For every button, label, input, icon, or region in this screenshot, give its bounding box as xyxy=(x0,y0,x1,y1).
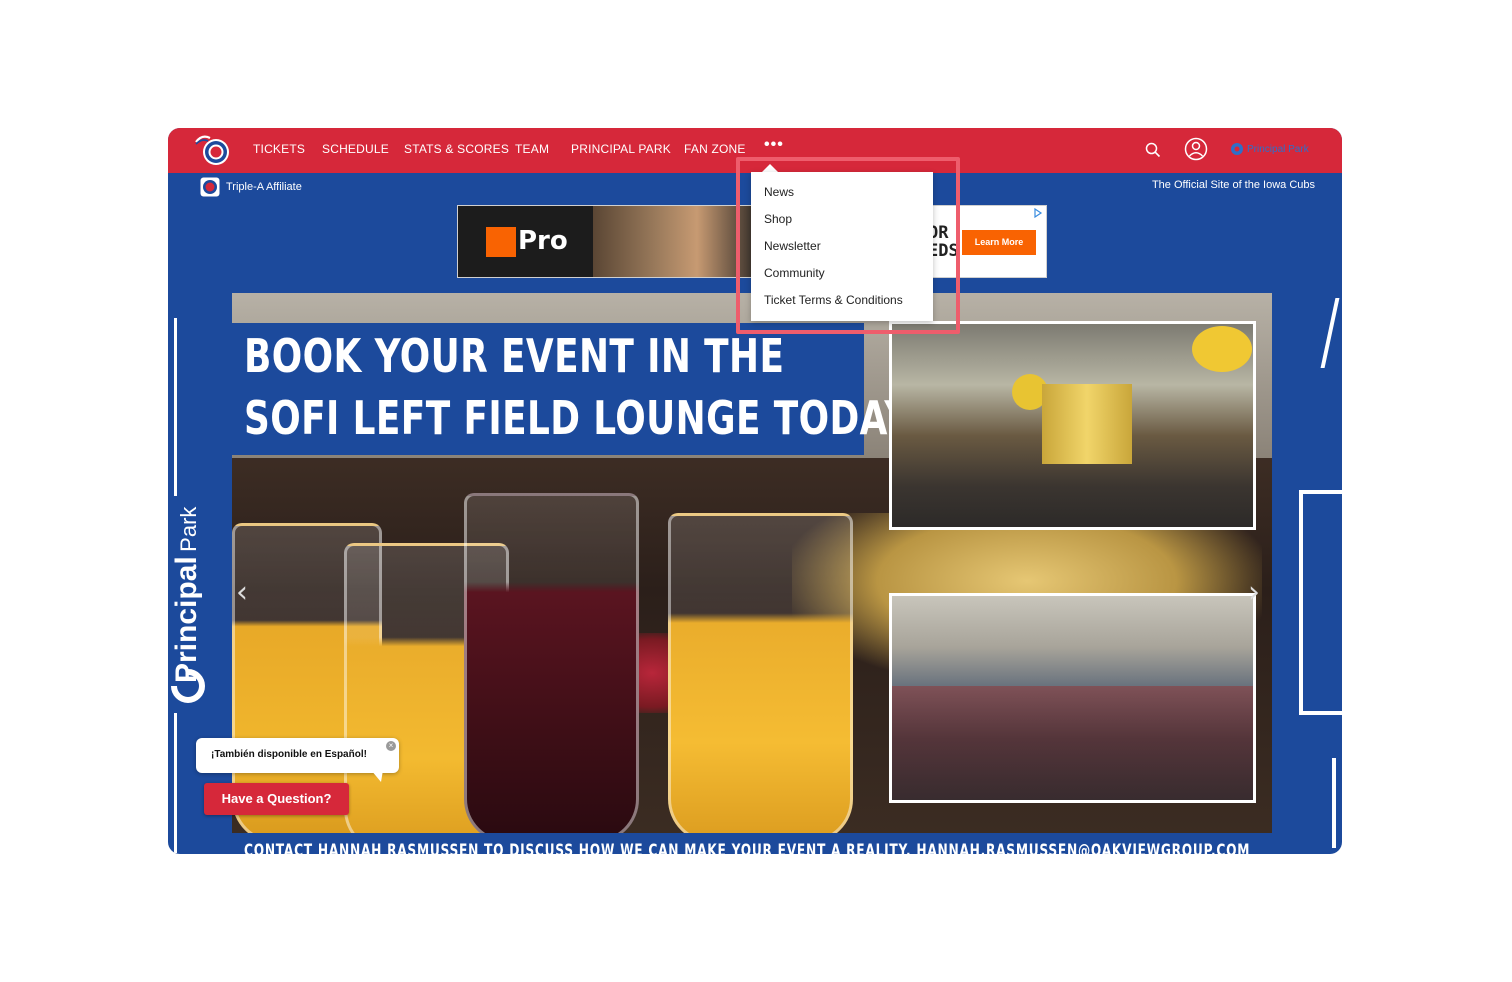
balloon-decor xyxy=(1192,326,1252,372)
chicago-cubs-icon xyxy=(200,177,220,197)
home-depot-logo-icon xyxy=(486,227,516,257)
side-brand-park: Park xyxy=(176,506,201,552)
side-decor-line xyxy=(1299,711,1342,715)
side-decor-line xyxy=(1299,490,1303,715)
crowd-shading xyxy=(892,686,1253,800)
hero-caption: CONTACT HANNAH RASMUSSEN TO DISCUSS HOW … xyxy=(244,841,1251,854)
nav-fan-zone[interactable]: FAN ZONE xyxy=(684,142,746,156)
top-navigation: TICKETS SCHEDULE STATS & SCORES TEAM PRI… xyxy=(168,128,1342,173)
side-decor-line xyxy=(174,713,177,853)
dropdown-caret xyxy=(762,164,778,172)
carousel-prev-arrow[interactable]: ‹ xyxy=(236,575,248,610)
side-decor-line xyxy=(1299,490,1342,494)
side-brand-principal: Principal xyxy=(170,556,203,683)
principal-park-logo-text: Principal Park xyxy=(1247,143,1309,155)
carafe-cranberry-juice xyxy=(464,493,639,833)
nav-schedule[interactable]: SCHEDULE xyxy=(322,142,389,156)
principal-park-side-brand: Principal Park xyxy=(170,507,204,683)
bubble-tail xyxy=(371,770,383,782)
headline-line-2: SOFI LEFT FIELD LOUNGE TODAY xyxy=(244,391,911,445)
more-dropdown-menu: News Shop Newsletter Community Ticket Te… xyxy=(751,172,933,321)
carafe-orange-juice xyxy=(668,513,853,833)
nav-stats-scores[interactable]: STATS & SCORES xyxy=(404,142,509,156)
lounge-party-photo xyxy=(889,321,1256,530)
ad-brand-panel: Pro xyxy=(458,206,593,277)
affiliate-label: Triple-A Affiliate xyxy=(226,181,302,193)
headline-banner: BOOK YOUR EVENT IN THE SOFI LEFT FIELD L… xyxy=(232,323,910,455)
nav-principal-park[interactable]: PRINCIPAL PARK xyxy=(571,142,671,156)
nav-team[interactable]: TEAM xyxy=(515,142,549,156)
official-site-label: The Official Site of the Iowa Cubs xyxy=(1151,179,1315,191)
carousel-next-arrow[interactable]: › xyxy=(1248,575,1260,610)
menu-item-community[interactable]: Community xyxy=(764,266,825,280)
spanish-available-text: ¡También disponible en Español! xyxy=(211,749,367,760)
more-menu-button[interactable]: ••• xyxy=(764,136,784,154)
account-icon[interactable] xyxy=(1184,137,1208,161)
menu-item-news[interactable]: News xyxy=(764,185,794,199)
gold-curtain xyxy=(1042,384,1132,464)
nav-tickets[interactable]: TICKETS xyxy=(253,142,305,156)
ad-brand-text: Pro xyxy=(518,226,568,256)
headline-line-1: BOOK YOUR EVENT IN THE xyxy=(244,329,785,383)
menu-item-ticket-terms[interactable]: Ticket Terms & Conditions xyxy=(764,293,903,307)
ad-learn-more-button[interactable]: Learn More xyxy=(962,230,1036,255)
spanish-available-bubble[interactable]: ¡También disponible en Español! × xyxy=(196,738,399,773)
side-decor-line xyxy=(174,318,177,496)
affiliate-badge[interactable]: Triple-A Affiliate xyxy=(200,177,302,197)
menu-item-shop[interactable]: Shop xyxy=(764,212,792,226)
principal-park-logo[interactable]: Principal Park xyxy=(1230,138,1309,160)
close-icon[interactable]: × xyxy=(386,741,396,751)
have-a-question-button[interactable]: Have a Question? xyxy=(204,783,349,815)
iowa-cubs-logo[interactable] xyxy=(192,132,232,168)
search-icon[interactable] xyxy=(1144,141,1162,159)
menu-item-newsletter[interactable]: Newsletter xyxy=(764,239,821,253)
side-decor-line xyxy=(1320,298,1340,368)
side-decor-line xyxy=(1332,758,1336,848)
lounge-event-photo xyxy=(889,593,1256,803)
principal-side-logo-icon xyxy=(171,669,205,703)
ad-photo xyxy=(593,206,753,277)
principal-logo-icon xyxy=(1231,143,1243,155)
adchoices-icon[interactable] xyxy=(1033,208,1043,218)
